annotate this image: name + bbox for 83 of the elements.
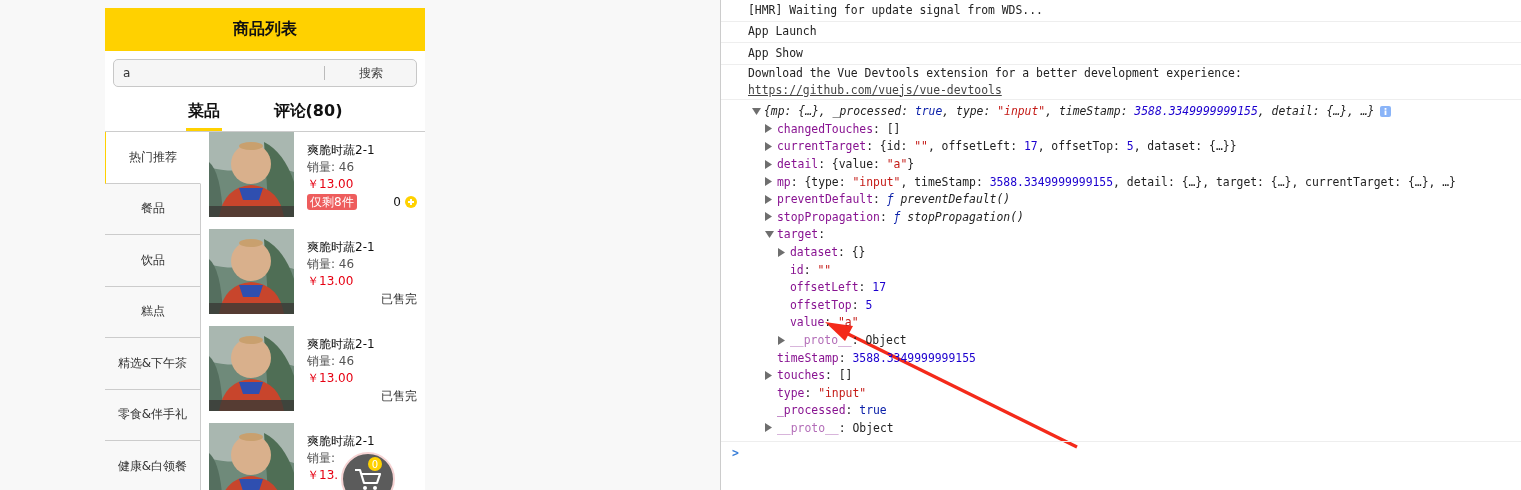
category-item[interactable]: 糕点 [105,286,201,338]
product-name: 爽脆时蔬2-1 [307,336,375,353]
object-preview: {mp: {…}, _processed: true, type: "input", timeStamp: 3588.3349999999155, detail: {…}, …} [764,104,1375,119]
search-button[interactable]: 搜索 [324,66,416,80]
page-title: 商品列表 [105,8,425,51]
property-key: detail [777,157,819,172]
property-value: : [] [873,121,901,136]
log-message: App Show [748,44,803,62]
sales-count: 销量: 46 [307,353,355,370]
property-key: target [777,227,819,242]
property-key: dataset [790,245,838,260]
property-key: stopPropagation [777,209,880,224]
expand-icon[interactable] [765,370,772,380]
sold-out-label: 已售完 [381,290,417,308]
property-key: offsetTop [790,297,852,312]
search-field[interactable]: a 搜索 [113,59,417,87]
category-item[interactable]: 餐品 [105,183,201,235]
property-key: mp [777,174,791,189]
sales-count: 销量: 46 [307,159,355,176]
sales-count: 销量: 46 [307,256,355,273]
property-key: type [777,385,805,400]
property-value: : Object [838,421,894,435]
sales-count: 销量: [307,450,336,467]
property-value: : [818,227,825,242]
property-value: : [] [825,368,853,383]
category-item[interactable]: 零食&伴手礼 [105,389,201,441]
property-key: touches [777,368,825,383]
property-value: : {value: "a"} [818,157,915,172]
collapse-icon[interactable] [752,107,761,115]
property-value: : {id: "", offsetLeft: 17, offsetTop: 5, dataset: {…}} [866,139,1237,154]
property-key: __proto__ [790,333,852,347]
property-key: id [790,262,804,277]
property-key: preventDefault [777,192,873,207]
expand-icon[interactable] [765,159,772,169]
cart-count: 0 [368,457,382,471]
cart-icon [354,467,382,490]
property-key: timeStamp [777,350,839,365]
expand-icon[interactable] [765,194,772,204]
console-prompt[interactable]: > [721,441,1521,464]
property-value: : ƒ stopPropagation() [879,209,1024,224]
property-key: currentTarget [777,139,867,154]
expand-icon[interactable] [778,247,785,257]
category-item[interactable]: 精选&下午茶 [105,338,201,390]
expand-icon[interactable] [765,423,772,433]
property-value: : 17 [858,280,886,295]
product-name: 爽脆时蔬2-1 [307,142,375,159]
property-key: changedTouches [777,121,873,136]
property-value: : "input" [804,385,867,400]
collapse-icon[interactable] [765,230,774,238]
product-price: ￥13.00 [307,273,354,290]
expand-icon[interactable] [765,124,772,134]
property-key: offsetLeft [790,280,859,295]
property-value: : "a" [824,315,859,330]
category-item[interactable]: 热门推荐 [105,132,201,184]
log-message: App Launch [748,23,817,41]
property-value: : {} [838,245,866,260]
expand-icon[interactable] [765,177,772,187]
product-name: 爽脆时蔬2-1 [307,433,375,450]
property-value: : true [845,403,887,418]
property-value: : ƒ preventDefault() [873,192,1011,207]
product-price: ￥13.00 [307,176,354,193]
property-key: value [790,315,825,330]
expand-icon[interactable] [765,212,772,222]
quantity: 0 [393,193,401,211]
property-value: : Object [851,333,907,347]
property-value: : {type: "input", timeStamp: 3588.3349999999155, detail: {…}, target: {…}, currentTarget: {…}, …} [790,174,1456,189]
property-value: : "" [803,262,832,277]
property-key: __proto__ [777,421,839,435]
stock-badge: 仅剩8件 [307,194,357,210]
devtools-link[interactable]: https://github.com/vuejs/vue-devtools [748,81,1002,99]
tab[interactable]: 评论(80) [271,95,345,131]
log-message: Download the Vue Devtools extension for a better development experience: [748,64,1242,82]
expand-icon[interactable] [765,142,772,151]
expand-icon[interactable] [778,335,785,345]
property-value: : 5 [851,297,873,312]
log-message: [HMR] Waiting for update signal from WDS... [748,1,1043,19]
product-name: 爽脆时蔬2-1 [307,239,375,256]
property-key: _processed [777,403,846,418]
product-price: ￥13.00 [307,370,354,387]
product-price: ￥13. [307,467,339,484]
sold-out-label: 已售完 [381,387,417,405]
category-item[interactable]: 饮品 [105,235,201,287]
category-item[interactable]: 健康&白领餐 [105,441,201,490]
